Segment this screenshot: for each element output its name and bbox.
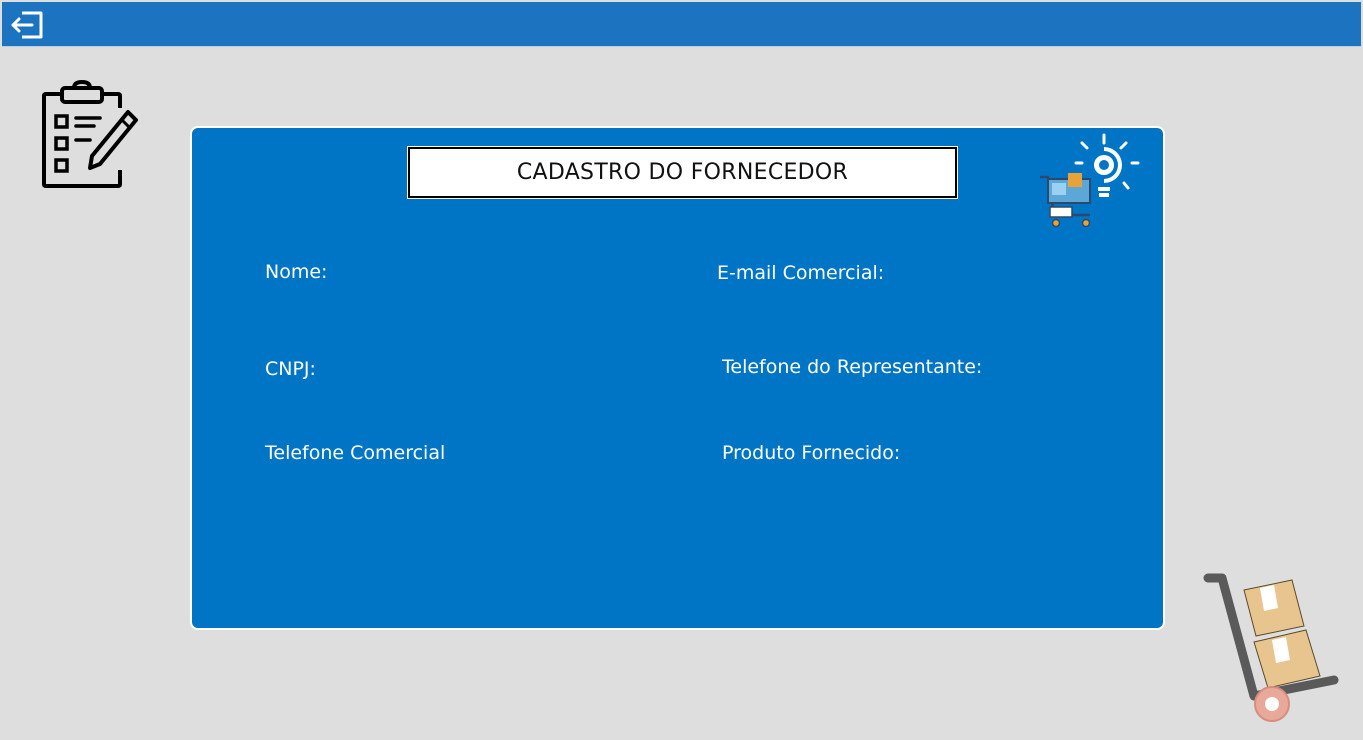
telefone-comercial-label: Telefone Comercial — [265, 442, 446, 464]
hand-truck-boxes-icon — [1196, 568, 1346, 728]
cnpj-label: CNPJ: — [265, 358, 316, 380]
form-title: CADASTRO DO FORNECEDOR — [408, 147, 957, 198]
clipboard-checklist-icon — [38, 79, 142, 190]
exit-icon[interactable] — [8, 7, 48, 43]
email-label: E-mail Comercial: — [717, 262, 885, 284]
nome-label: Nome: — [265, 261, 328, 283]
shopping-cart-bulb-icon — [1038, 131, 1146, 231]
top-bar — [2, 2, 1361, 47]
produto-label: Produto Fornecido: — [722, 442, 901, 464]
supplier-form-card: CADASTRO DO FORNECEDOR Nome: E-mail Come… — [190, 126, 1165, 630]
telefone-representante-label: Telefone do Representante: — [722, 356, 983, 378]
